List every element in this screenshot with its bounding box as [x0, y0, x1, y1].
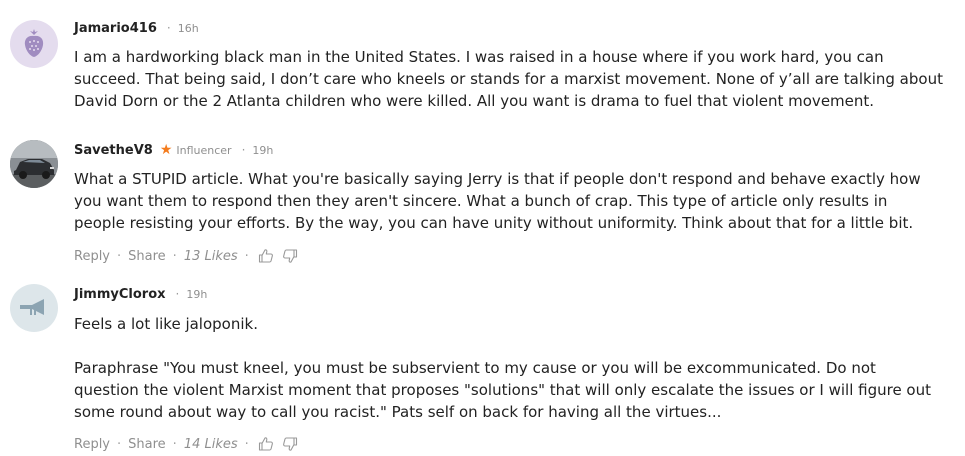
- separator-dot: ·: [244, 436, 249, 452]
- separator-dot: ·: [175, 287, 180, 301]
- share-button[interactable]: Share: [128, 249, 166, 264]
- timestamp: 19h: [252, 143, 274, 157]
- thumbs-up-icon[interactable]: [258, 436, 274, 452]
- comment-actions: Reply · Share · 13 Likes ·: [74, 246, 298, 266]
- comment-line: Feels a lot like jaloponik.: [74, 315, 258, 333]
- comment-line: [74, 335, 959, 357]
- avatar[interactable]: [10, 284, 58, 332]
- thumbs-up-icon[interactable]: [258, 248, 274, 264]
- separator-dot: ·: [117, 248, 122, 264]
- likes-count[interactable]: 13 Likes: [184, 249, 238, 264]
- thumbs-down-icon[interactable]: [282, 436, 298, 452]
- comment-line: people resisting your efforts. By the wa…: [74, 214, 914, 232]
- comment-line: you want them to respond then they aren'…: [74, 192, 888, 210]
- strawberry-icon: [24, 29, 44, 57]
- share-button[interactable]: Share: [128, 437, 166, 452]
- avatar[interactable]: [10, 20, 58, 68]
- separator-dot: ·: [241, 143, 246, 157]
- comment-header: SavetheV8 ★ Influencer · 19h: [74, 141, 273, 159]
- comment-line: What a STUPID article. What you're basic…: [74, 170, 921, 188]
- car-photo-icon: [10, 140, 58, 188]
- reply-button[interactable]: Reply: [74, 249, 110, 264]
- username[interactable]: SavetheV8: [74, 143, 153, 158]
- comment-body: Feels a lot like jaloponik. Paraphrase "…: [74, 313, 959, 423]
- thumbs-down-icon[interactable]: [282, 248, 298, 264]
- comment-line: I am a hardworking black man in the Unit…: [74, 48, 884, 66]
- comment-line: succeed. That being said, I don’t care w…: [74, 70, 943, 88]
- separator-dot: ·: [117, 436, 122, 452]
- influencer-badge: Influencer: [176, 143, 232, 157]
- separator-dot: ·: [172, 436, 177, 452]
- comment-header: JimmyClorox · 19h: [74, 285, 207, 303]
- avatar[interactable]: [10, 140, 58, 188]
- star-icon: ★: [159, 142, 173, 158]
- separator-dot: ·: [172, 248, 177, 264]
- comment-actions: Reply · Share · 14 Likes ·: [74, 434, 298, 454]
- trumpet-icon: [20, 299, 44, 315]
- likes-count[interactable]: 14 Likes: [184, 437, 238, 452]
- separator-dot: ·: [244, 248, 249, 264]
- comment-body: I am a hardworking black man in the Unit…: [74, 46, 959, 112]
- comment-line: some round about way to call you racist.…: [74, 403, 722, 421]
- reply-button[interactable]: Reply: [74, 437, 110, 452]
- comment-header: Jamario416 · 16h: [74, 19, 199, 37]
- timestamp: 19h: [186, 287, 208, 301]
- comment-line: question the violent Marxist moment that…: [74, 381, 931, 399]
- separator-dot: ·: [166, 21, 171, 35]
- username[interactable]: Jamario416: [74, 21, 157, 36]
- timestamp: 16h: [177, 21, 199, 35]
- comment-body: What a STUPID article. What you're basic…: [74, 168, 959, 234]
- username[interactable]: JimmyClorox: [74, 287, 166, 302]
- comment-line: Paraphrase "You must kneel, you must be …: [74, 359, 876, 377]
- comment-line: David Dorn or the 2 Atlanta children who…: [74, 92, 875, 110]
